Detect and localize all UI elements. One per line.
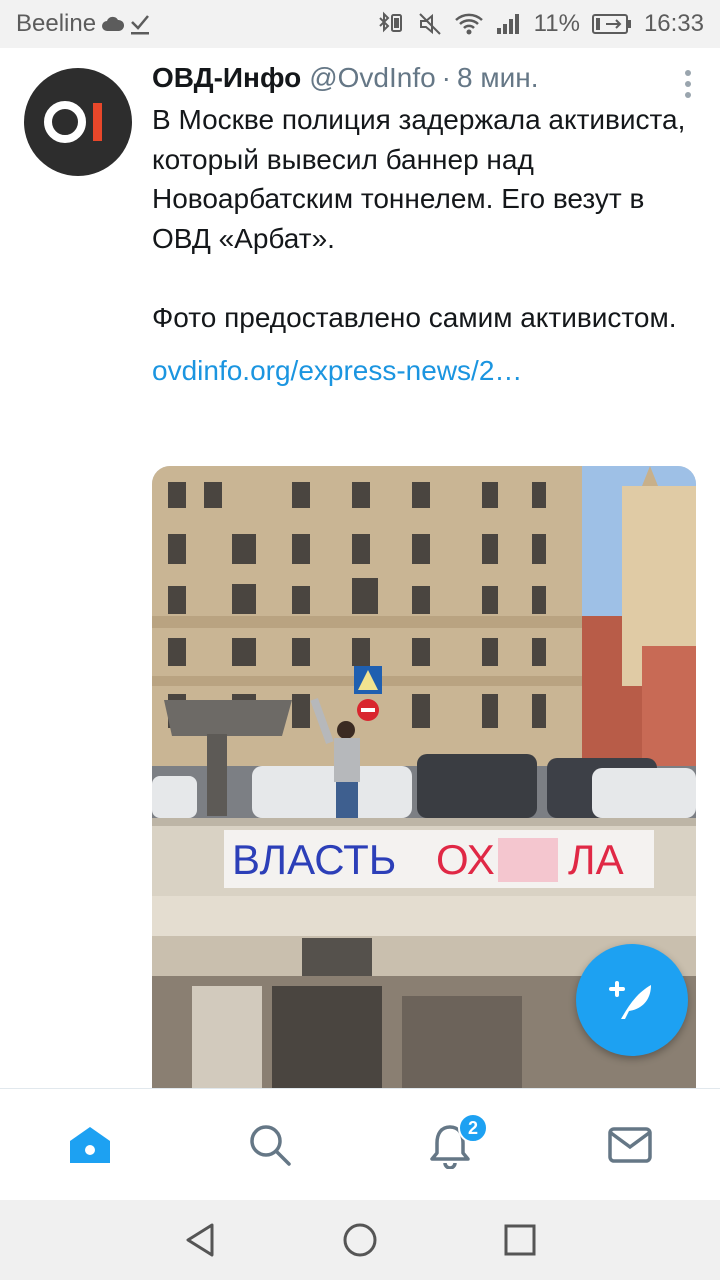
- bluetooth-vibrate-icon: [376, 11, 406, 37]
- recents-square-icon: [504, 1224, 536, 1256]
- home-system-button[interactable]: [328, 1208, 392, 1272]
- battery-icon: [591, 13, 632, 35]
- banner-text-red-start: ОХ: [436, 836, 495, 883]
- banner-text-red-end: ЛА: [568, 836, 624, 883]
- carrier-name: Beeline: [16, 10, 97, 37]
- tweet-body: ОВД-Инфо @OvdInfo · 8 мин. В Москве поли…: [152, 62, 696, 387]
- author-name[interactable]: ОВД-Инфо: [152, 62, 301, 94]
- tweet[interactable]: ОВД-Инфо @OvdInfo · 8 мин. В Москве поли…: [0, 48, 720, 1088]
- home-icon: [70, 1126, 110, 1163]
- author-handle[interactable]: @OvdInfo: [309, 62, 435, 94]
- mute-icon: [418, 12, 442, 36]
- compose-feather-icon: [609, 981, 651, 1019]
- wifi-icon: [454, 12, 484, 36]
- status-left: Beeline: [16, 10, 150, 38]
- tweet-link[interactable]: ovdinfo.org/express-news/2…: [152, 355, 696, 387]
- status-right: 11% 16:33: [376, 10, 704, 38]
- nav-home[interactable]: [0, 1089, 180, 1200]
- back-triangle-icon: [186, 1223, 214, 1257]
- recents-button[interactable]: [488, 1208, 552, 1272]
- clock: 16:33: [643, 10, 704, 37]
- nav-notifications[interactable]: 2: [360, 1089, 540, 1200]
- banner-text-blue: ВЛАСТЬ: [232, 836, 396, 883]
- battery-percent: 11%: [533, 10, 580, 37]
- compose-tweet-button[interactable]: [576, 944, 688, 1056]
- nav-search[interactable]: [180, 1089, 360, 1200]
- cloud-icon: [102, 16, 125, 32]
- system-nav-bar: [0, 1200, 720, 1280]
- ovdinfo-logo: [44, 101, 102, 143]
- home-circle-icon: [343, 1223, 377, 1257]
- back-button[interactable]: [168, 1208, 232, 1272]
- notifications-badge: 2: [458, 1113, 488, 1143]
- bottom-nav: 2: [0, 1088, 720, 1200]
- tweet-text: В Москве полиция задержала активиста, ко…: [152, 104, 686, 333]
- mail-icon: [608, 1126, 652, 1163]
- avatar[interactable]: [24, 68, 132, 176]
- download-check-icon: [130, 13, 150, 35]
- search-icon: [250, 1124, 291, 1166]
- status-bar: Beeline 11% 16:33: [0, 0, 720, 48]
- more-options-icon[interactable]: [676, 66, 700, 102]
- tweet-time[interactable]: 8 мин.: [457, 62, 538, 94]
- signal-icon: [496, 13, 522, 35]
- separator: ·: [441, 62, 451, 93]
- nav-messages[interactable]: [540, 1089, 720, 1200]
- tweet-header: ОВД-Инфо @OvdInfo · 8 мин.: [152, 62, 696, 94]
